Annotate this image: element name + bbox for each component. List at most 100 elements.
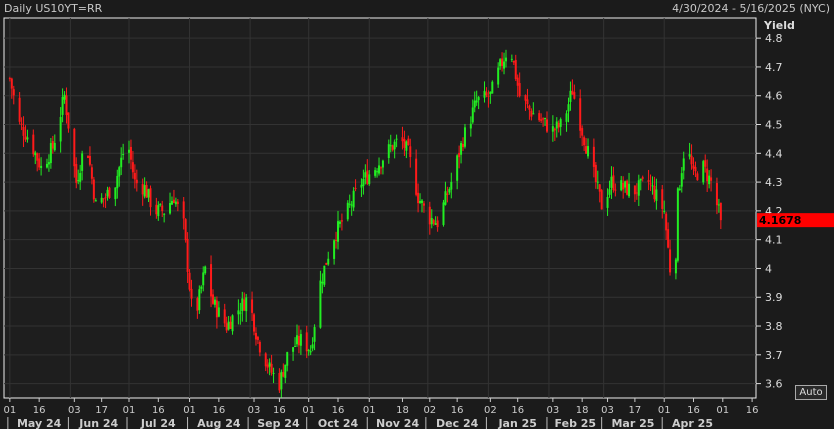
x-tick-label: 01 (123, 405, 136, 416)
candle (251, 299, 254, 313)
candle (268, 362, 271, 367)
candle (463, 127, 466, 147)
candle (231, 315, 234, 332)
auto-scale-button[interactable]: Auto (795, 385, 827, 400)
candle (243, 299, 246, 311)
candle (428, 206, 431, 225)
candle (665, 213, 668, 231)
candle (415, 158, 418, 195)
y-tick-label: 4.7 (765, 61, 783, 74)
candle (422, 203, 425, 206)
month-label: Nov 24 (376, 417, 419, 429)
candle (667, 229, 670, 248)
candle (338, 221, 341, 224)
candle (108, 187, 111, 199)
candle (694, 167, 697, 172)
candle (518, 83, 521, 97)
y-tick-label: 4.5 (765, 119, 783, 132)
candle (352, 190, 355, 208)
candle (436, 220, 439, 228)
candle (116, 175, 119, 189)
candle (170, 201, 173, 205)
candle (417, 192, 420, 204)
candle (198, 289, 201, 311)
candle (432, 220, 435, 224)
candle (544, 117, 547, 119)
month-label: Dec 24 (436, 417, 479, 429)
y-tick-label: 4.8 (765, 32, 783, 45)
candle (92, 179, 95, 200)
x-tick-label: 01 (363, 405, 376, 416)
candle (663, 210, 666, 212)
candle (94, 200, 97, 202)
candle (551, 126, 554, 132)
candle (59, 116, 62, 142)
x-tick-label: 01 (3, 405, 16, 416)
candle (169, 202, 172, 214)
candle (374, 170, 377, 176)
candle (692, 165, 695, 169)
candle (614, 189, 617, 191)
y-tick-label: 3.9 (765, 291, 783, 304)
candle (381, 160, 384, 168)
candle (579, 98, 582, 131)
candle (471, 107, 474, 123)
candle (327, 258, 330, 265)
candle (241, 298, 244, 312)
y-tick-label: 4 (765, 262, 772, 275)
candle (104, 197, 107, 199)
candle (596, 181, 599, 183)
candle (335, 239, 338, 241)
candle (715, 183, 718, 206)
candle (661, 189, 664, 209)
candle (708, 175, 711, 185)
candle (559, 119, 562, 127)
candle (403, 139, 406, 148)
candle (36, 153, 39, 161)
candle (702, 161, 705, 183)
candle (628, 183, 631, 197)
candle (565, 113, 568, 122)
candle (51, 141, 54, 149)
candle (75, 164, 78, 183)
x-tick-label: 16 (511, 405, 524, 416)
candle (678, 188, 681, 191)
candle (393, 141, 396, 150)
candle (309, 351, 312, 353)
candlestick-chart[interactable]: 3.63.73.83.944.14.24.34.44.54.64.74.8Yie… (0, 0, 834, 429)
x-tick-label: 01 (716, 405, 729, 416)
candle (278, 373, 281, 391)
x-tick-label: 01 (658, 405, 671, 416)
candle (40, 165, 43, 168)
candle (696, 173, 699, 181)
candle (717, 204, 720, 206)
candle (655, 189, 658, 201)
x-tick-label: 02 (423, 405, 436, 416)
x-tick-label: 18 (576, 405, 589, 416)
candle (444, 191, 447, 205)
candle (299, 334, 302, 346)
candle (516, 77, 519, 86)
candle (81, 153, 84, 171)
candle (182, 201, 185, 219)
candle (637, 180, 640, 196)
candle (325, 262, 328, 265)
candle (86, 156, 89, 158)
y-tick-label: 4.3 (765, 176, 783, 189)
candle (487, 95, 490, 97)
candle (79, 173, 82, 182)
candle (286, 352, 289, 366)
candle (581, 128, 584, 136)
candle (186, 238, 189, 272)
x-tick-label: 02 (484, 405, 497, 416)
candle (323, 265, 326, 285)
candle (641, 177, 644, 179)
candle (337, 221, 340, 242)
candle (102, 198, 105, 200)
x-tick-label: 16 (33, 405, 46, 416)
candle (313, 327, 316, 342)
candle (360, 184, 363, 188)
candle (159, 204, 162, 206)
y-tick-label: 3.7 (765, 349, 783, 362)
y-tick-label: 3.8 (765, 320, 783, 333)
